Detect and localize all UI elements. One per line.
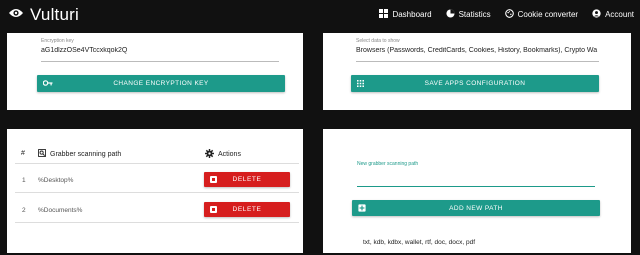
new-path-card: New grabber scanning path ADD NEW PATH t… (323, 129, 631, 253)
row-path: %Documents% (38, 207, 83, 214)
encryption-card: Encryption key aG1dlzzOSe4VTccxkqok2Q CH… (7, 33, 303, 110)
grabber-paths-card: # Grabber scanning path Actions 1 %Deskt… (7, 129, 303, 253)
col-header-actions: Actions (205, 149, 241, 160)
new-path-input[interactable] (357, 172, 595, 182)
add-new-path-label: ADD NEW PATH (449, 204, 503, 212)
nav-dashboard-label: Dashboard (392, 10, 432, 19)
table-header-divider (15, 163, 299, 164)
select-data-field[interactable]: Browsers (Passwords, CreditCards, Cookie… (356, 47, 599, 54)
save-apps-configuration-button[interactable]: SAVE APPS CONFIGURATION (351, 75, 599, 92)
grid-icon (357, 80, 364, 89)
cookie-icon (504, 9, 514, 20)
pie-chart-icon (446, 9, 455, 20)
top-navbar: Vulturi Dashboard Statistics Cookie conv… (0, 0, 640, 32)
nav-account[interactable]: Account (592, 9, 634, 20)
brand-name: Vulturi (30, 5, 79, 24)
col-header-actions-label: Actions (218, 151, 241, 158)
nav-statistics[interactable]: Statistics (446, 9, 491, 20)
row-number: 2 (22, 207, 26, 214)
apps-card: Select data to show Browsers (Passwords,… (323, 33, 631, 110)
encryption-key-label: Encryption key (41, 38, 74, 44)
delete-button[interactable]: DELETE (204, 172, 290, 187)
gear-icon (205, 149, 214, 160)
delete-label: DELETE (232, 206, 262, 213)
col-header-path: Grabber scanning path (37, 148, 122, 159)
change-encryption-key-button[interactable]: CHANGE ENCRYPTION KEY (37, 75, 285, 92)
eye-icon (8, 6, 24, 24)
nav-account-label: Account (605, 10, 634, 19)
delete-label: DELETE (232, 176, 262, 183)
nav-menu: Dashboard Statistics Cookie converter Ac… (379, 9, 634, 20)
nav-cookie-converter-label: Cookie converter (517, 10, 579, 19)
encryption-key-underline (41, 61, 279, 62)
nav-cookie-converter[interactable]: Cookie converter (504, 9, 579, 20)
add-box-icon (358, 204, 366, 214)
trash-icon (210, 176, 217, 183)
col-header-number: # (21, 150, 25, 157)
new-path-label: New grabber scanning path (357, 161, 419, 167)
row-divider (15, 222, 299, 223)
dashboard-icon (379, 9, 389, 20)
account-icon (592, 9, 601, 20)
nav-statistics-label: Statistics (458, 10, 491, 19)
trash-icon (210, 206, 217, 213)
change-encryption-key-label: CHANGE ENCRYPTION KEY (113, 80, 209, 87)
new-path-underline (357, 186, 595, 187)
key-icon (42, 80, 53, 88)
row-divider (15, 192, 299, 193)
encryption-key-field[interactable]: aG1dlzzOSe4VTccxkqok2Q (41, 47, 281, 54)
search-folder-icon (37, 148, 47, 159)
row-number: 1 (22, 177, 26, 184)
delete-button[interactable]: DELETE (204, 202, 290, 217)
row-path: %Desktop% (38, 177, 74, 184)
nav-dashboard[interactable]: Dashboard (379, 9, 432, 20)
select-data-underline (356, 61, 599, 62)
file-extensions-text: txt, kdb, kdbx, wallet, rtf, doc, docx, … (363, 239, 475, 246)
select-data-label: Select data to show (356, 38, 400, 44)
col-header-path-label: Grabber scanning path (50, 150, 122, 158)
save-apps-configuration-label: SAVE APPS CONFIGURATION (424, 80, 526, 87)
brand[interactable]: Vulturi (8, 5, 79, 25)
add-new-path-button[interactable]: ADD NEW PATH (352, 200, 600, 216)
